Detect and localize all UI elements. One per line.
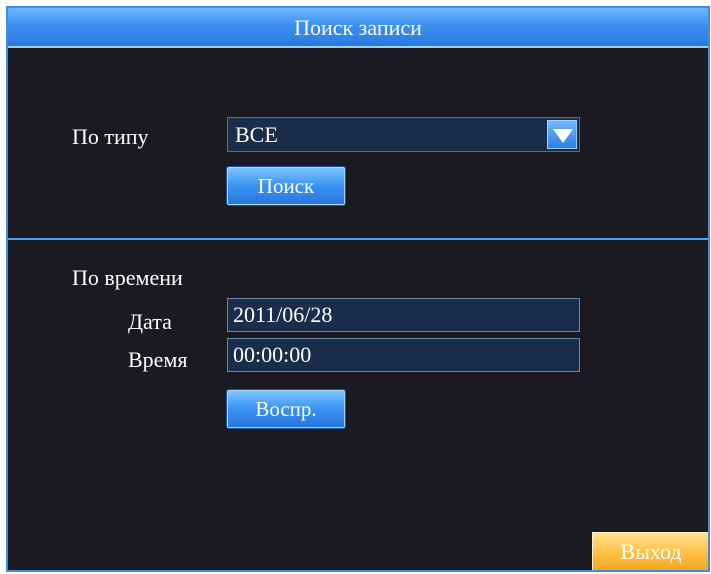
search-by-type-label: По типу — [72, 124, 149, 149]
time-field[interactable]: 00:00:00 — [227, 338, 580, 372]
window-title: Поиск записи — [8, 8, 708, 48]
play-button[interactable]: Воспр. — [227, 390, 345, 428]
chevron-down-icon[interactable] — [547, 120, 577, 149]
record-type-select[interactable]: ВСЕ — [227, 117, 580, 152]
search-by-time-label: По времени — [72, 265, 183, 290]
section-divider — [8, 238, 708, 240]
exit-button[interactable]: Выход — [592, 532, 708, 570]
date-label: Дата — [128, 309, 172, 334]
time-label: Время — [128, 347, 188, 372]
record-type-select-value: ВСЕ — [235, 122, 278, 147]
date-field[interactable]: 2011/06/28 — [227, 298, 580, 332]
search-button[interactable]: Поиск — [227, 167, 345, 205]
record-search-screen: Поиск записи По типу ВСЕ Поиск По времен… — [6, 6, 710, 572]
